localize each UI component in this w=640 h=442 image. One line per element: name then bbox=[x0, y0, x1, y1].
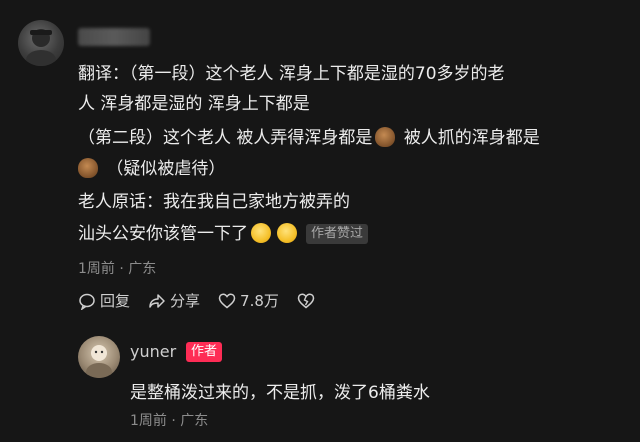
like-button[interactable]: 7.8万 bbox=[218, 290, 279, 311]
pile-of-poo-icon bbox=[375, 127, 396, 147]
reply-text: 是整桶泼过来的，不是抓，泼了6桶粪水 bbox=[130, 383, 430, 403]
author-badge: 作者 bbox=[186, 342, 223, 362]
like-count: 7.8万 bbox=[240, 292, 279, 310]
commenter-username-blurred[interactable] bbox=[78, 28, 150, 46]
share-label: 分享 bbox=[170, 292, 201, 310]
comment-actions: 回复 分享 7.8万 bbox=[78, 290, 315, 311]
comment-line-5: 老人原话：我在我自己家地方被弄的 bbox=[78, 192, 350, 212]
dislike-button[interactable] bbox=[297, 292, 315, 310]
reply-author-avatar[interactable] bbox=[78, 336, 120, 378]
comment-line-3: （第二段）这个老人 被人弄得浑身都是 被人抓的浑身都是 bbox=[78, 127, 540, 148]
share-icon bbox=[149, 293, 165, 308]
reply-meta: 1周前 · 广东 bbox=[130, 413, 209, 429]
heart-icon bbox=[218, 292, 236, 308]
commenter-avatar[interactable] bbox=[18, 20, 64, 66]
reply-icon bbox=[79, 293, 95, 310]
comment-line-6: 汕头公安你该管一下了 作者赞过 bbox=[78, 222, 369, 246]
comment-line-2: 人 浑身都是湿的 浑身上下都是 bbox=[78, 94, 310, 114]
author-liked-badge: 作者赞过 bbox=[306, 224, 369, 244]
pleading-face-icon bbox=[251, 223, 271, 243]
pleading-face-icon bbox=[277, 223, 297, 243]
pile-of-poo-icon bbox=[78, 158, 98, 178]
share-button[interactable]: 分享 bbox=[148, 290, 200, 311]
comment-meta: 1周前 · 广东 bbox=[78, 261, 157, 277]
comment-line-4: （疑似被虐待） bbox=[78, 157, 225, 181]
comment-line-1: 翻译：（第一段）这个老人 浑身上下都是湿的70多岁的老 bbox=[78, 64, 505, 84]
reply-username[interactable]: yuner bbox=[130, 342, 176, 361]
reply-button[interactable]: 回复 bbox=[78, 290, 130, 311]
reply-label: 回复 bbox=[100, 292, 131, 310]
broken-heart-icon bbox=[297, 292, 315, 308]
